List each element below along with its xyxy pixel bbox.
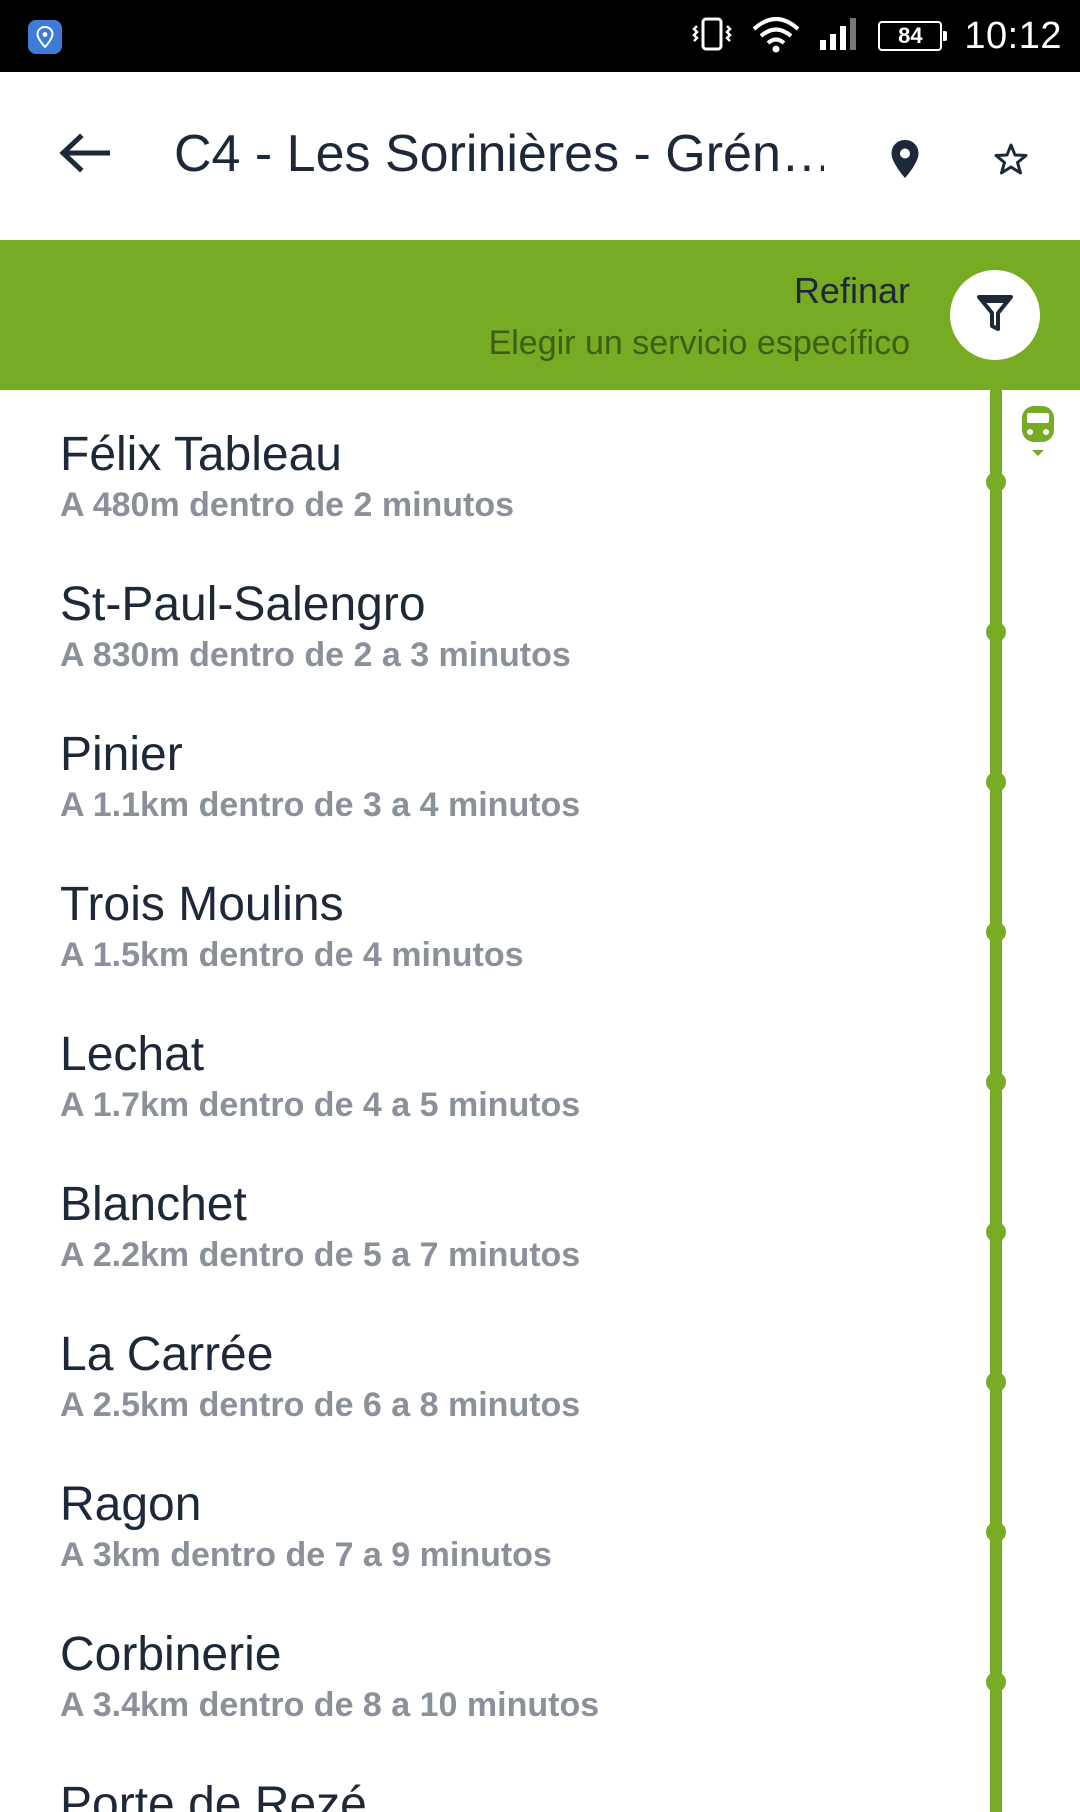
- stop-name: Porte de Rezé: [60, 1778, 367, 1812]
- stop-list-item[interactable]: Ragon A 3km dentro de 7 a 9 minutos: [60, 1440, 940, 1574]
- stop-name: Félix Tableau: [60, 428, 342, 481]
- stop-name: Lechat: [60, 1028, 205, 1081]
- favorite-button[interactable]: [982, 132, 1040, 190]
- stop-name: Trois Moulins: [60, 878, 344, 931]
- stop-eta: A 1.7km dentro de 4 a 5 minutos: [60, 1086, 581, 1124]
- route-stop-dot: [986, 1222, 1006, 1242]
- refine-subtitle: Elegir un servicio específico: [488, 324, 910, 362]
- stop-name: Blanchet: [60, 1178, 247, 1231]
- route-stop-dot: [986, 1522, 1006, 1542]
- stop-eta: A 480m dentro de 2 minutos: [60, 486, 515, 524]
- stop-name: Corbinerie: [60, 1628, 282, 1681]
- stop-list-item[interactable]: Corbinerie A 3.4km dentro de 8 a 10 minu…: [60, 1590, 940, 1724]
- status-bar: 84 10:12: [0, 0, 1080, 72]
- route-stop-dot: [986, 1372, 1006, 1392]
- bus-icon: [1016, 404, 1060, 460]
- stop-list-item[interactable]: Porte de Rezé: [60, 1740, 940, 1812]
- route-stop-dot: [986, 622, 1006, 642]
- stop-name: Pinier: [60, 728, 183, 781]
- stop-name: Ragon: [60, 1478, 202, 1531]
- app-notification-icon: [28, 20, 62, 54]
- stop-list-item[interactable]: Félix Tableau A 480m dentro de 2 minutos: [60, 390, 940, 524]
- stop-list-item[interactable]: Lechat A 1.7km dentro de 4 a 5 minutos: [60, 990, 940, 1124]
- battery-level: 84: [898, 23, 923, 48]
- back-button[interactable]: [44, 120, 124, 190]
- battery-icon: 84: [878, 21, 948, 51]
- stop-list-item[interactable]: Pinier A 1.1km dentro de 3 a 4 minutos: [60, 690, 940, 824]
- route-stop-dot: [986, 1072, 1006, 1092]
- signal-icon: [818, 16, 862, 57]
- route-stop-dot: [986, 1672, 1006, 1692]
- wifi-icon: [750, 15, 802, 58]
- stop-eta: A 1.1km dentro de 3 a 4 minutos: [60, 786, 581, 824]
- route-stop-dot: [986, 472, 1006, 492]
- stop-eta: A 3km dentro de 7 a 9 minutos: [60, 1536, 552, 1574]
- status-indicators: 84 10:12: [690, 0, 1062, 72]
- route-line: [990, 390, 1002, 1812]
- vibrate-icon: [690, 16, 734, 57]
- page-title: C4 - Les Sorinières - Grén…: [174, 125, 824, 183]
- stop-list-item[interactable]: St-Paul-Salengro A 830m dentro de 2 a 3 …: [60, 540, 940, 674]
- stop-eta: A 2.5km dentro de 6 a 8 minutos: [60, 1386, 581, 1424]
- route-stop-dot: [986, 922, 1006, 942]
- map-button[interactable]: [876, 132, 934, 190]
- refine-banner[interactable]: Refinar Elegir un servicio específico: [0, 240, 1080, 390]
- route-stop-dot: [986, 772, 1006, 792]
- stop-eta: A 2.2km dentro de 5 a 7 minutos: [60, 1236, 581, 1274]
- stop-name: St-Paul-Salengro: [60, 578, 426, 631]
- stop-eta: A 830m dentro de 2 a 3 minutos: [60, 636, 571, 674]
- filter-button[interactable]: [950, 270, 1040, 360]
- app-bar: C4 - Les Sorinières - Grén…: [0, 72, 1080, 240]
- status-time: 10:12: [964, 14, 1062, 57]
- stop-list-item[interactable]: Trois Moulins A 1.5km dentro de 4 minuto…: [60, 840, 940, 974]
- stop-name: La Carrée: [60, 1328, 274, 1381]
- stop-eta: A 1.5km dentro de 4 minutos: [60, 936, 524, 974]
- stop-list-item[interactable]: Blanchet A 2.2km dentro de 5 a 7 minutos: [60, 1140, 940, 1274]
- map-pin-icon: [890, 139, 920, 184]
- arrow-left-icon: [58, 132, 111, 178]
- refine-title: Refinar: [793, 270, 910, 311]
- filter-icon: [975, 293, 1015, 338]
- stop-eta: A 3.4km dentro de 8 a 10 minutos: [60, 1686, 600, 1724]
- stop-list-item[interactable]: La Carrée A 2.5km dentro de 6 a 8 minuto…: [60, 1290, 940, 1424]
- star-icon: [994, 142, 1028, 181]
